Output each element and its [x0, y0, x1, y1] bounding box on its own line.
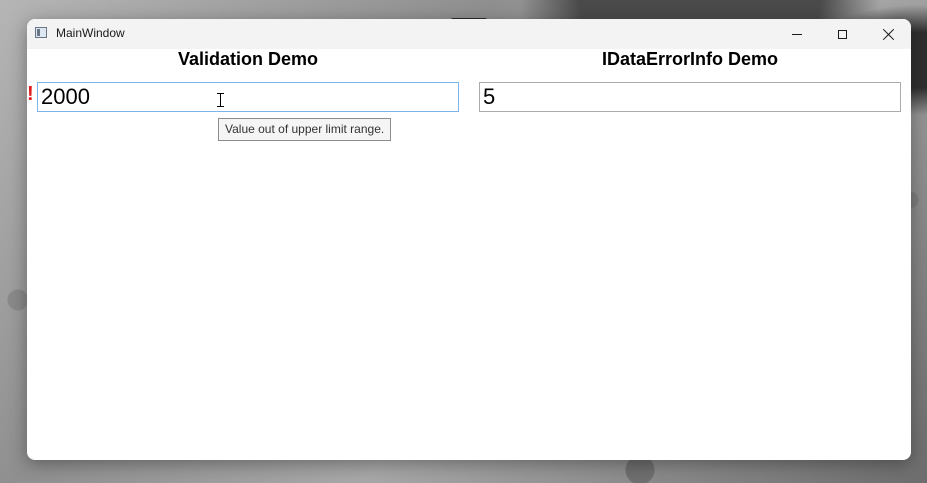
title-bar[interactable]: MainWindow: [27, 19, 911, 49]
minimize-button[interactable]: [774, 19, 820, 49]
window-app-icon[interactable]: [35, 27, 47, 38]
close-button[interactable]: [865, 19, 911, 49]
maximize-icon: [837, 29, 847, 39]
minimize-icon: [792, 33, 802, 35]
idataerrorinfo-demo-heading: IDataErrorInfo Demo: [601, 49, 779, 69]
validation-error-indicator: !: [27, 83, 34, 105]
window-title: MainWindow: [56, 26, 125, 40]
main-window: MainWindow Validation Demo IDataErrorInf…: [27, 19, 911, 460]
idataerrorinfo-input[interactable]: 5: [479, 82, 901, 112]
validation-demo-heading: Validation Demo: [177, 49, 319, 69]
validation-error-tooltip: Value out of upper limit range.: [218, 118, 392, 141]
close-icon: [883, 29, 894, 40]
maximize-button[interactable]: [819, 19, 865, 49]
text-cursor-icon: [217, 93, 224, 107]
validation-input[interactable]: 2000: [37, 82, 459, 112]
